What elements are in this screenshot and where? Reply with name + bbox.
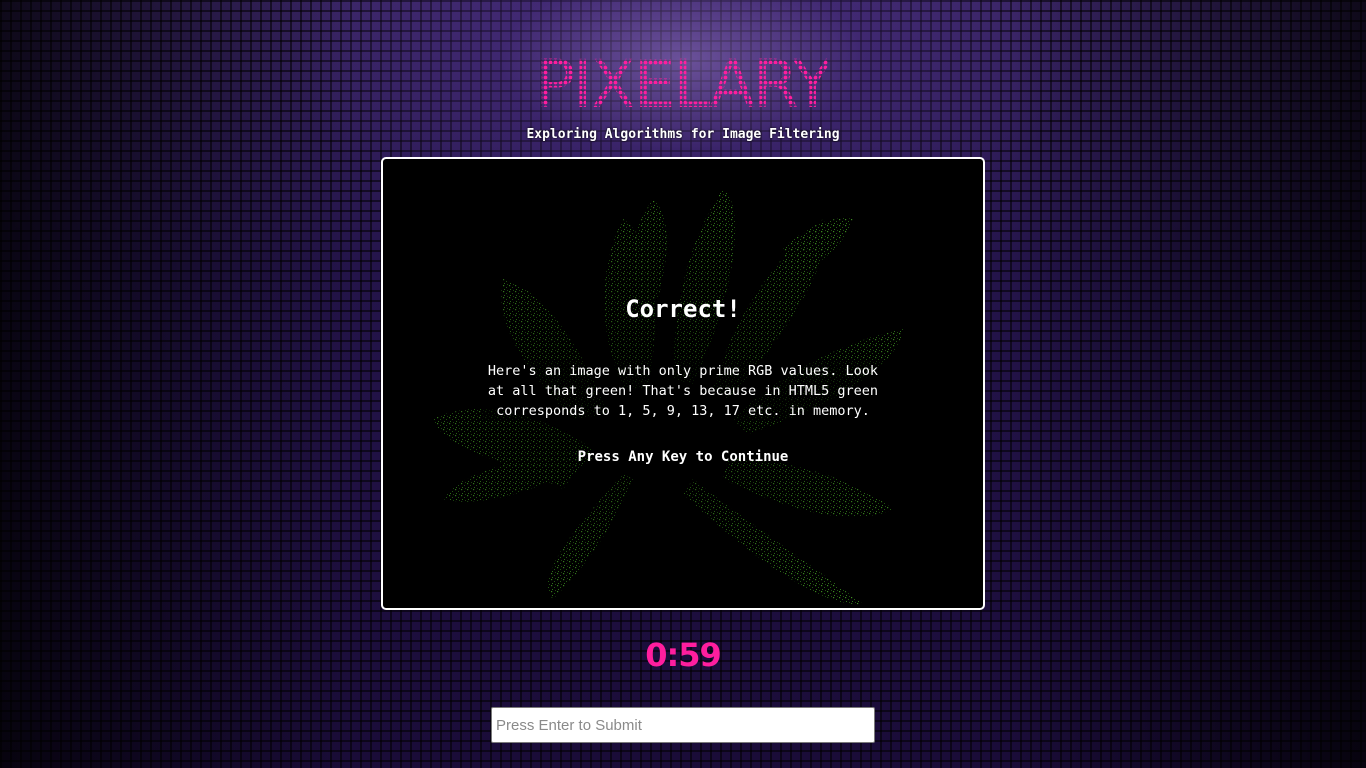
- result-message: Correct! Here's an image with only prime…: [383, 159, 983, 608]
- result-title: Correct!: [625, 295, 741, 323]
- result-explanation: Here's an image with only prime RGB valu…: [481, 361, 885, 421]
- countdown-timer: 0:59: [645, 636, 722, 674]
- game-canvas[interactable]: Correct! Here's an image with only prime…: [381, 157, 985, 610]
- logo-lettering: PIXELARY: [538, 55, 828, 113]
- continue-prompt: Press Any Key to Continue: [577, 449, 789, 465]
- header: PIXELARY Exploring Algorithms for Image …: [0, 50, 1366, 142]
- pixelary-logo: PIXELARY: [538, 55, 828, 113]
- app-subtitle: Exploring Algorithms for Image Filtering: [526, 127, 840, 142]
- pixelary-logo-graphic: PIXELARY: [538, 55, 828, 113]
- answer-input[interactable]: [491, 707, 875, 743]
